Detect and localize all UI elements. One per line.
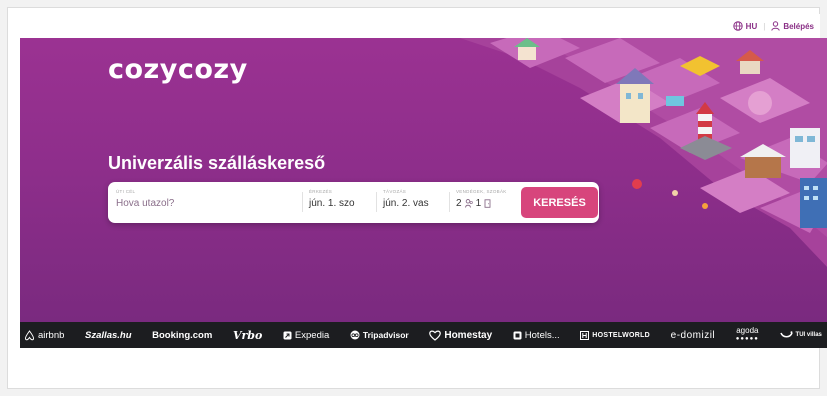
destination-field[interactable]: ÚTI CÉL Hova utazol? <box>116 189 296 209</box>
partner-expedia: Expedia <box>283 330 329 341</box>
field-divider <box>449 192 450 212</box>
homestay-heart-icon <box>429 330 442 341</box>
header-separator: | <box>763 21 766 31</box>
destination-input[interactable]: Hova utazol? <box>116 198 296 209</box>
top-bar: HU | Belépés <box>12 14 820 38</box>
door-icon <box>484 199 491 208</box>
login-button[interactable]: Belépés <box>771 21 814 31</box>
guests-label: VENDÉGEK, SZOBÁK <box>456 189 507 194</box>
search-button[interactable]: KERESÉS <box>521 187 598 218</box>
guests-summary: 2 1 <box>456 198 518 209</box>
partner-name: Tripadvisor <box>362 330 409 340</box>
guests-field[interactable]: VENDÉGEK, SZOBÁK 2 1 <box>456 189 518 209</box>
checkout-label: TÁVOZÁS <box>383 189 407 194</box>
field-divider <box>302 192 303 212</box>
globe-icon <box>732 21 743 31</box>
person-icon <box>464 199 473 208</box>
field-divider <box>376 192 377 212</box>
checkin-label: ÉRKEZÉS <box>309 189 333 194</box>
partner-szallas: Szallas.hu <box>85 330 131 341</box>
checkin-field[interactable]: ÉRKEZÉS jún. 1. szo <box>309 189 377 209</box>
partner-name: agoda <box>736 326 759 335</box>
hero-banner: cozycozy Univerzális szálláskereső <box>20 38 827 322</box>
partner-name: Vrbo <box>232 328 263 342</box>
page-headline: Univerzális szálláskereső <box>108 153 326 173</box>
tui-smile-icon <box>779 331 793 338</box>
partner-booking: Booking.com <box>152 330 212 341</box>
checkout-field[interactable]: TÁVOZÁS jún. 2. vas <box>383 189 451 209</box>
partner-airbnb: airbnb <box>24 330 64 341</box>
hotels-icon <box>513 331 522 339</box>
agoda-dots: ●●●●● <box>735 336 759 342</box>
partner-name: Hotels... <box>524 329 560 341</box>
partner-hostelworld: HOSTELWORLD <box>580 330 651 340</box>
search-bar: ÚTI CÉL Hova utazol? ÉRKEZÉS jún. 1. szo… <box>108 182 599 223</box>
rooms-count: 1 <box>475 198 482 209</box>
login-label: Belépés <box>783 21 814 31</box>
checkin-date: jún. 1. szo <box>309 198 355 209</box>
partner-hotels: Hotels... <box>513 330 560 341</box>
destination-label: ÚTI CÉL <box>116 189 136 194</box>
hostelworld-icon <box>580 330 590 340</box>
partner-name: TUI villas <box>795 332 822 338</box>
partner-name: Expedia <box>294 329 330 341</box>
partner-tripadvisor: Tripadvisor <box>350 330 409 340</box>
expedia-icon <box>283 331 292 339</box>
partner-name: Booking.com <box>152 329 213 341</box>
user-icon <box>771 21 781 31</box>
partner-edomizil: e-domizil <box>671 330 716 341</box>
airbnb-icon <box>24 329 35 340</box>
checkout-date: jún. 2. vas <box>383 198 429 209</box>
language-selector[interactable]: HU <box>732 21 758 31</box>
partner-name: Homestay <box>444 329 493 341</box>
partner-name: HOSTELWORLD <box>592 331 651 339</box>
partner-name: airbnb <box>38 329 65 341</box>
partner-name: Szallas.hu <box>85 329 132 341</box>
partner-vrbo: Vrbo <box>233 329 262 342</box>
partner-logo-bar: airbnb Szallas.hu Booking.com Vrbo Exped… <box>20 322 827 348</box>
partner-homestay: Homestay <box>429 330 492 341</box>
partner-name: e-domizil <box>670 329 716 341</box>
cozycozy-logo[interactable]: cozycozy <box>108 54 248 85</box>
partner-tui: TUI villas <box>779 331 822 339</box>
partner-agoda: agoda ●●●●● <box>736 327 759 343</box>
adults-count: 2 <box>456 198 462 209</box>
language-label: HU <box>745 21 758 31</box>
tripadvisor-icon <box>350 330 360 340</box>
